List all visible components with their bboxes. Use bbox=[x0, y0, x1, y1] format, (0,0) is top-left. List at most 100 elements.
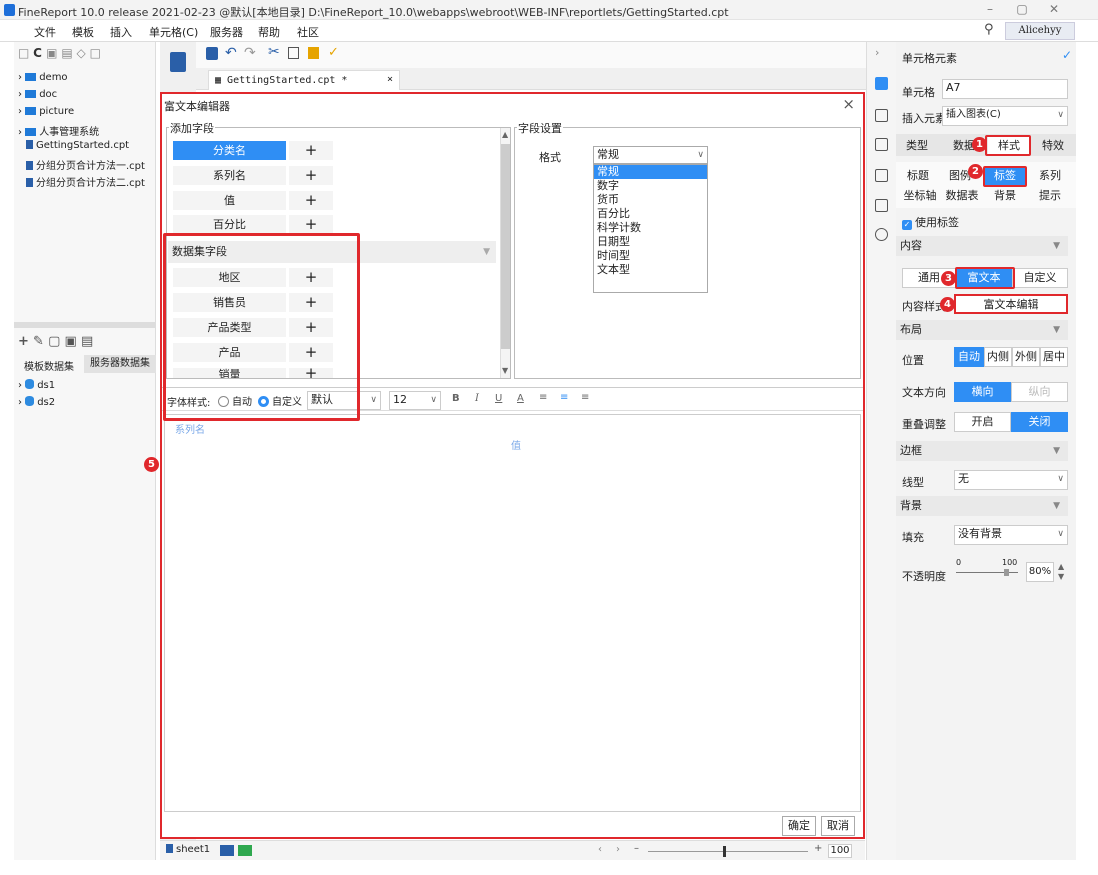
field-series[interactable]: 系列名 bbox=[173, 166, 286, 185]
menu-insert[interactable]: 插入 bbox=[110, 24, 132, 40]
subtab-axis[interactable]: 坐标轴 bbox=[900, 186, 940, 205]
format-option-text[interactable]: 文本型 bbox=[594, 263, 707, 277]
pencil-icon[interactable]: ✓ bbox=[1062, 48, 1072, 62]
format-option-percent[interactable]: 百分比 bbox=[594, 207, 707, 221]
align-right-icon[interactable]: ≡ bbox=[581, 392, 589, 403]
insert-element-select[interactable]: 插入图表(C) ∨ bbox=[942, 106, 1068, 126]
content-tab-custom[interactable]: 自定义 bbox=[1012, 268, 1068, 288]
tree-item-doc[interactable]: › doc bbox=[18, 89, 57, 100]
format-select[interactable]: 常规 ∨ bbox=[593, 146, 708, 164]
scroll-up-icon[interactable]: ▲ bbox=[502, 130, 508, 139]
copy-icon[interactable]: □ bbox=[90, 46, 101, 60]
section-content[interactable]: 内容 ▼ bbox=[896, 236, 1068, 256]
format-option-date[interactable]: 日期型 bbox=[594, 235, 707, 249]
opacity-slider-track[interactable] bbox=[956, 572, 1018, 573]
zoom-out-icon[interactable]: – bbox=[634, 843, 639, 854]
rich-text-area[interactable]: 系列名 值 bbox=[164, 414, 861, 812]
subtab-background[interactable]: 背景 bbox=[985, 186, 1025, 205]
document-tab[interactable]: ▦ GettingStarted.cpt * × bbox=[208, 70, 400, 90]
dataset-ds2[interactable]: › ds2 bbox=[18, 396, 55, 408]
paste-icon[interactable] bbox=[308, 47, 319, 59]
format-option-general[interactable]: 常规 bbox=[594, 165, 707, 179]
add-field-category-button[interactable]: + bbox=[289, 141, 333, 160]
italic-icon[interactable]: I bbox=[475, 393, 479, 404]
underline-icon[interactable]: U bbox=[495, 393, 502, 404]
dialog-close-icon[interactable]: × bbox=[842, 95, 855, 113]
menu-cell[interactable]: 单元格(C) bbox=[149, 24, 198, 40]
tree-item-hr[interactable]: › 人事管理系统 bbox=[18, 123, 99, 138]
float-element-icon[interactable] bbox=[875, 138, 888, 151]
cell-input[interactable]: A7 bbox=[942, 79, 1068, 99]
format-option-scientific[interactable]: 科学计数 bbox=[594, 221, 707, 235]
subtab-title[interactable]: 标题 bbox=[900, 166, 936, 185]
format-brush-icon[interactable]: ✓ bbox=[328, 45, 339, 60]
add-field-series-button[interactable]: + bbox=[289, 166, 333, 185]
tab-server-dataset[interactable]: 服务器数据集 bbox=[84, 355, 156, 373]
zoom-in-icon[interactable]: + bbox=[814, 843, 822, 854]
subtab-tooltip[interactable]: 提示 bbox=[1030, 186, 1070, 205]
scroll-left-icon[interactable]: ‹ bbox=[598, 844, 602, 855]
position-auto[interactable]: 自动 bbox=[954, 347, 984, 367]
menu-community[interactable]: 社区 bbox=[297, 24, 319, 40]
subtab-datatable[interactable]: 数据表 bbox=[942, 186, 982, 205]
overlap-on[interactable]: 开启 bbox=[954, 412, 1011, 432]
section-background[interactable]: 背景 ▼ bbox=[896, 496, 1068, 516]
position-outside[interactable]: 外侧 bbox=[1012, 347, 1040, 367]
scroll-right-icon[interactable]: › bbox=[616, 844, 620, 855]
align-left-icon[interactable]: ≡ bbox=[539, 392, 547, 403]
add-sheet-alt-icon[interactable] bbox=[238, 845, 252, 856]
close-tab-icon[interactable]: × bbox=[387, 74, 393, 85]
text-dir-horizontal[interactable]: 横向 bbox=[954, 382, 1011, 402]
menu-template[interactable]: 模板 bbox=[72, 24, 94, 40]
tree-item-picture[interactable]: › picture bbox=[18, 106, 74, 117]
tree-item-group1[interactable]: 分组分页合计方法一.cpt bbox=[26, 157, 145, 172]
opacity-slider-handle[interactable] bbox=[1003, 569, 1009, 576]
tab-effect[interactable]: 特效 bbox=[1034, 136, 1072, 155]
user-button[interactable]: Alicehyy bbox=[1005, 22, 1075, 40]
undo-icon[interactable]: ↶ bbox=[225, 45, 237, 61]
opacity-stepper-icon[interactable]: ▲ ▼ bbox=[1058, 562, 1064, 582]
delete-icon[interactable]: ◇ bbox=[77, 46, 86, 60]
menu-server[interactable]: 服务器 bbox=[210, 24, 243, 40]
copy-toolbar-icon[interactable] bbox=[288, 47, 299, 59]
export-icon[interactable]: ▤ bbox=[81, 334, 93, 349]
scroll-down-icon[interactable]: ▼ bbox=[502, 366, 508, 375]
menu-file[interactable]: 文件 bbox=[34, 24, 56, 40]
redo-icon[interactable]: ↷ bbox=[244, 45, 256, 61]
tree-item-demo[interactable]: › demo bbox=[18, 72, 68, 83]
text-dir-vertical[interactable]: 纵向 bbox=[1011, 382, 1068, 402]
condition-icon[interactable] bbox=[875, 199, 888, 212]
preview-icon[interactable]: ▣ bbox=[65, 334, 77, 349]
position-inside[interactable]: 内侧 bbox=[984, 347, 1012, 367]
tab-type[interactable]: 类型 bbox=[900, 136, 934, 155]
ok-button[interactable]: 确定 bbox=[782, 816, 816, 836]
field-percent[interactable]: 百分比 bbox=[173, 215, 286, 234]
add-field-value-button[interactable]: + bbox=[289, 191, 333, 210]
zoom-slider-handle[interactable] bbox=[723, 846, 726, 857]
fill-select[interactable]: 没有背景 ∨ bbox=[954, 525, 1068, 545]
minimize-button[interactable]: – bbox=[978, 2, 1002, 18]
tree-item-group2[interactable]: 分组分页合计方法二.cpt bbox=[26, 174, 145, 189]
overlap-off[interactable]: 关闭 bbox=[1011, 412, 1068, 432]
widget-icon[interactable] bbox=[875, 169, 888, 182]
cancel-button[interactable]: 取消 bbox=[821, 816, 855, 836]
font-size-select[interactable]: 12 ∨ bbox=[389, 391, 441, 410]
expand-panel-icon[interactable]: › bbox=[875, 46, 879, 59]
subtab-series[interactable]: 系列 bbox=[1030, 166, 1070, 185]
editor-value-token[interactable]: 值 bbox=[511, 437, 521, 452]
line-type-select[interactable]: 无 ∨ bbox=[954, 470, 1068, 490]
editor-series-token[interactable]: 系列名 bbox=[175, 421, 205, 436]
search-icon[interactable]: ⚲ bbox=[984, 22, 994, 37]
pane-splitter[interactable] bbox=[14, 322, 156, 328]
add-field-percent-button[interactable]: + bbox=[289, 215, 333, 234]
field-category[interactable]: 分类名 bbox=[173, 141, 286, 160]
dataset-panel-icon[interactable] bbox=[170, 52, 186, 72]
trash-icon[interactable]: ▢ bbox=[48, 334, 60, 349]
restore-button[interactable]: ▢ bbox=[1010, 2, 1034, 18]
opacity-input[interactable]: 80% bbox=[1026, 562, 1054, 582]
fields-scroll-thumb[interactable] bbox=[501, 144, 510, 349]
add-dataset-icon[interactable]: + bbox=[18, 334, 29, 349]
open-icon[interactable]: ▣ bbox=[46, 46, 57, 60]
zoom-value[interactable]: 100 bbox=[828, 844, 852, 858]
fields-scrollbar[interactable]: ▲ ▼ bbox=[500, 128, 510, 378]
